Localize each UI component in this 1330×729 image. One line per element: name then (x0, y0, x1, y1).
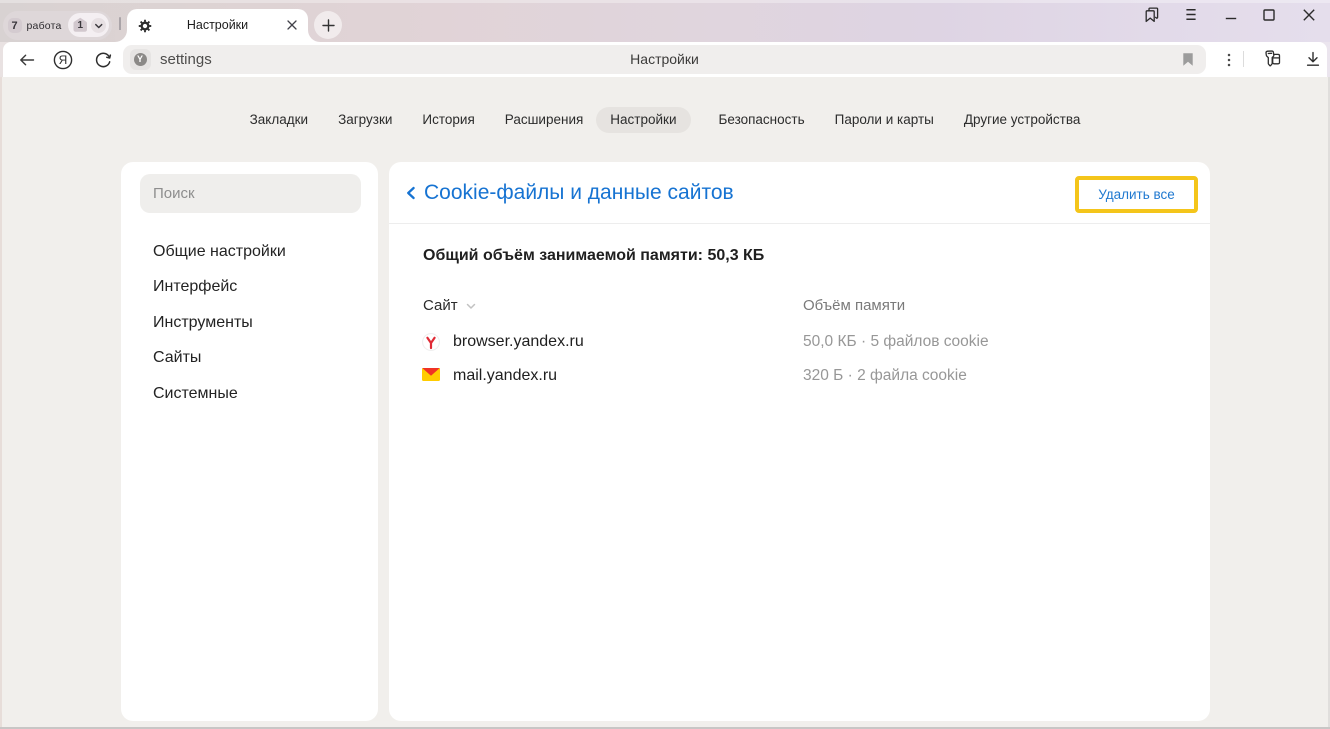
svg-text:Я: Я (59, 53, 68, 67)
